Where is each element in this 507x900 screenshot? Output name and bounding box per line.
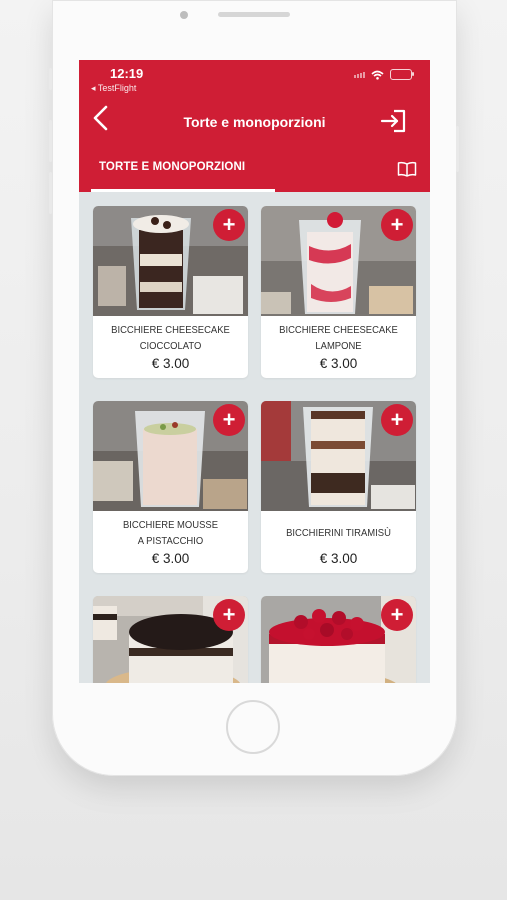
mute-switch [49,68,52,90]
product-card[interactable]: + [93,596,248,683]
product-card[interactable]: + BICCHIERINI TIRAMISÙ € 3.00 [261,401,416,573]
tab-active-indicator [91,189,275,192]
speaker-grille [218,12,290,17]
product-name: BICCHIERE CHEESECAKE CIOCCOLATO [111,324,230,352]
app-header: 12:19 ◂ TestFlight Torte e monoporzioni [79,60,430,192]
battery-icon [390,69,414,80]
product-card[interactable]: + BICCHIERE CHEESECAKE CIOCCOLATO € 3.00 [93,206,248,378]
product-card[interactable]: + BICCHIERE MOUSSE A PISTACCHIO € 3.00 [93,401,248,573]
volume-down-button [49,172,52,214]
product-card[interactable]: + [261,596,416,683]
back-to-testflight[interactable]: ◂ TestFlight [91,83,136,94]
add-to-cart-button[interactable]: + [213,209,245,241]
tab-torte-monoporzioni[interactable]: TORTE E MONOPORZIONI [99,161,245,173]
add-to-cart-button[interactable]: + [381,209,413,241]
product-card[interactable]: + BICCHIERE CHEESECAKE LAMPONE € 3.00 [261,206,416,378]
product-price: € 3.00 [151,356,190,371]
product-price: € 3.00 [151,551,190,566]
volume-up-button [49,120,52,162]
camera-dot [180,11,188,19]
power-button [456,126,459,172]
add-to-cart-button[interactable]: + [213,599,245,631]
phone-frame: 12:19 ◂ TestFlight Torte e monoporzioni [52,0,457,776]
book-icon[interactable] [397,161,417,177]
product-name: BICCHIERINI TIRAMISÙ [286,527,391,539]
add-to-cart-button[interactable]: + [213,404,245,436]
app-screen: 12:19 ◂ TestFlight Torte e monoporzioni [79,60,430,683]
login-icon[interactable] [380,108,408,134]
add-to-cart-button[interactable]: + [381,404,413,436]
product-price: € 3.00 [319,356,358,371]
status-time: 12:19 [110,66,144,81]
add-to-cart-button[interactable]: + [381,599,413,631]
signal-icon [354,71,365,78]
home-button[interactable] [226,700,280,754]
status-icons [354,69,414,80]
product-name: BICCHIERE MOUSSE A PISTACCHIO [122,519,219,547]
wifi-icon [371,70,384,80]
product-price: € 3.00 [319,551,358,566]
product-name: BICCHIERE CHEESECAKE LAMPONE [279,324,398,352]
page-title: Torte e monoporzioni [183,114,326,130]
